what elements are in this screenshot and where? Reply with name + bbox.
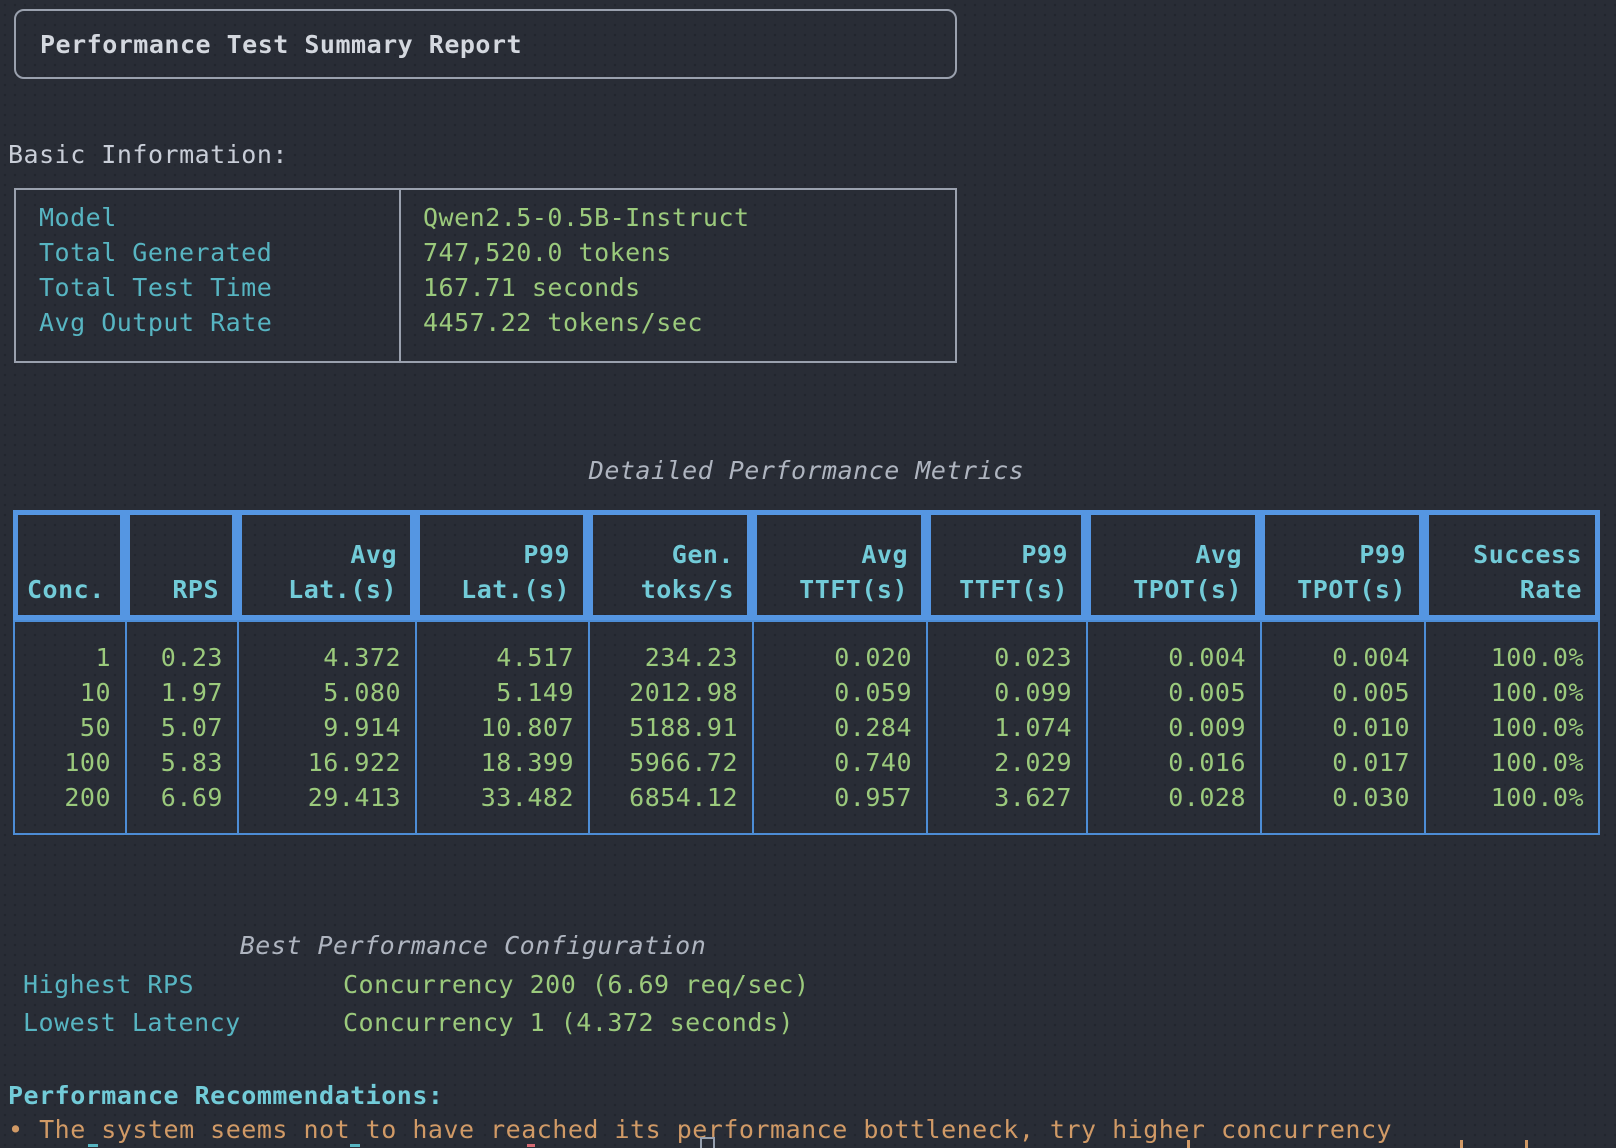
table-cell: 100.0%	[1426, 745, 1598, 780]
metrics-body: 110501002000.231.975.075.836.694.3725.08…	[13, 620, 1600, 835]
info-value: Qwen2.5-0.5B-Instruct	[423, 200, 955, 235]
table-column: 0.0040.0050.0090.0160.028	[1086, 622, 1260, 833]
best-config-value: Concurrency 200 (6.69 req/sec)	[343, 966, 810, 1004]
table-column: 0.0230.0991.0742.0293.627	[926, 622, 1086, 833]
info-value: 167.71 seconds	[423, 270, 955, 305]
table-cell: 1	[15, 640, 125, 675]
table-cell: 0.023	[928, 640, 1086, 675]
table-cell: 10	[15, 675, 125, 710]
table-cell: 5.149	[417, 675, 588, 710]
table-cell: 0.020	[754, 640, 926, 675]
table-column: 0.231.975.075.836.69	[125, 622, 237, 833]
table-cell: 10.807	[417, 710, 588, 745]
best-config-row: Lowest Latency Concurrency 1 (4.372 seco…	[0, 1004, 1616, 1042]
table-cell: 0.284	[754, 710, 926, 745]
table-cell: 0.030	[1262, 780, 1424, 815]
info-label: Avg Output Rate	[39, 305, 399, 340]
table-cell: 0.004	[1262, 640, 1424, 675]
table-column: 234.232012.985188.915966.726854.12	[588, 622, 752, 833]
column-header: P99 Lat.(s)	[415, 510, 588, 620]
table-cell: 0.005	[1262, 675, 1424, 710]
table-cell: 100.0%	[1426, 640, 1598, 675]
table-cell: 0.016	[1088, 745, 1260, 780]
recommendations-heading: Performance Recommendations:	[8, 1077, 443, 1115]
column-header: RPS	[125, 510, 237, 620]
best-config-row: Highest RPS Concurrency 200 (6.69 req/se…	[0, 966, 1616, 1004]
table-cell: 100.0%	[1426, 675, 1598, 710]
table-cell: 29.413	[239, 780, 415, 815]
table-cell: 5.07	[127, 710, 237, 745]
table-cell: 1.97	[127, 675, 237, 710]
best-config-value: Concurrency 1 (4.372 seconds)	[343, 1004, 794, 1042]
table-cell: 4.372	[239, 640, 415, 675]
terminal-screen: Performance Test Summary Report Basic In…	[0, 0, 1616, 1148]
table-cell: 234.23	[590, 640, 752, 675]
column-header: Avg TPOT(s)	[1086, 510, 1260, 620]
table-cell: 0.059	[754, 675, 926, 710]
info-label: Model	[39, 200, 399, 235]
report-title: Performance Test Summary Report	[40, 27, 522, 62]
table-cell: 50	[15, 710, 125, 745]
table-cell: 18.399	[417, 745, 588, 780]
table-cell: 0.957	[754, 780, 926, 815]
table-cell: 100.0%	[1426, 780, 1598, 815]
terminal-cursor	[700, 1137, 715, 1148]
basic-info-heading: Basic Information:	[8, 137, 288, 172]
column-header: P99 TPOT(s)	[1260, 510, 1424, 620]
table-column: 4.5175.14910.80718.39933.482	[415, 622, 588, 833]
table-cell: 5188.91	[590, 710, 752, 745]
column-header: Avg Lat.(s)	[237, 510, 415, 620]
table-column: 0.0040.0050.0100.0170.030	[1260, 622, 1424, 833]
table-cell: 3.627	[928, 780, 1086, 815]
table-cell: 100	[15, 745, 125, 780]
basic-info-box: ModelTotal GeneratedTotal Test TimeAvg O…	[14, 188, 957, 363]
table-cell: 100.0%	[1426, 710, 1598, 745]
recommendation-item: • The system seems not to have reached i…	[8, 1112, 1608, 1147]
table-cell: 9.914	[239, 710, 415, 745]
table-cell: 0.028	[1088, 780, 1260, 815]
best-config-label: Lowest Latency	[23, 1004, 241, 1042]
column-header: Gen. toks/s	[588, 510, 752, 620]
table-cell: 1.074	[928, 710, 1086, 745]
table-cell: 0.010	[1262, 710, 1424, 745]
metrics-table-title: Detailed Performance Metrics	[13, 453, 1600, 488]
column-header: Conc.	[13, 510, 125, 620]
best-config-label: Highest RPS	[23, 966, 194, 1004]
table-cell: 5966.72	[590, 745, 752, 780]
table-cell: 2012.98	[590, 675, 752, 710]
table-cell: 0.740	[754, 745, 926, 780]
table-cell: 0.009	[1088, 710, 1260, 745]
table-cell: 4.517	[417, 640, 588, 675]
table-cell: 6854.12	[590, 780, 752, 815]
column-header: P99 TTFT(s)	[926, 510, 1086, 620]
column-header: Success Rate	[1424, 510, 1600, 620]
table-cell: 16.922	[239, 745, 415, 780]
metrics-header-row: Conc.RPSAvg Lat.(s)P99 Lat.(s)Gen. toks/…	[13, 510, 1600, 620]
table-cell: 5.080	[239, 675, 415, 710]
table-cell: 200	[15, 780, 125, 815]
report-title-box: Performance Test Summary Report	[14, 9, 957, 79]
table-cell: 33.482	[417, 780, 588, 815]
table-column: 11050100200	[15, 622, 125, 833]
table-cell: 2.029	[928, 745, 1086, 780]
column-header: Avg TTFT(s)	[752, 510, 926, 620]
table-cell: 6.69	[127, 780, 237, 815]
basic-info-values: Qwen2.5-0.5B-Instruct747,520.0 tokens167…	[399, 190, 955, 361]
table-cell: 0.017	[1262, 745, 1424, 780]
info-value: 747,520.0 tokens	[423, 235, 955, 270]
table-cell: 0.23	[127, 640, 237, 675]
basic-info-labels: ModelTotal GeneratedTotal Test TimeAvg O…	[16, 190, 399, 361]
table-cell: 0.005	[1088, 675, 1260, 710]
info-label: Total Generated	[39, 235, 399, 270]
table-cell: 0.099	[928, 675, 1086, 710]
table-cell: 0.004	[1088, 640, 1260, 675]
recommendations-list: • The system seems not to have reached i…	[8, 1112, 1608, 1147]
table-column: 4.3725.0809.91416.92229.413	[237, 622, 415, 833]
info-label: Total Test Time	[39, 270, 399, 305]
best-config-title: Best Performance Configuration	[13, 927, 933, 965]
info-value: 4457.22 tokens/sec	[423, 305, 955, 340]
table-column: 100.0%100.0%100.0%100.0%100.0%	[1424, 622, 1598, 833]
table-cell: 5.83	[127, 745, 237, 780]
table-column: 0.0200.0590.2840.7400.957	[752, 622, 926, 833]
